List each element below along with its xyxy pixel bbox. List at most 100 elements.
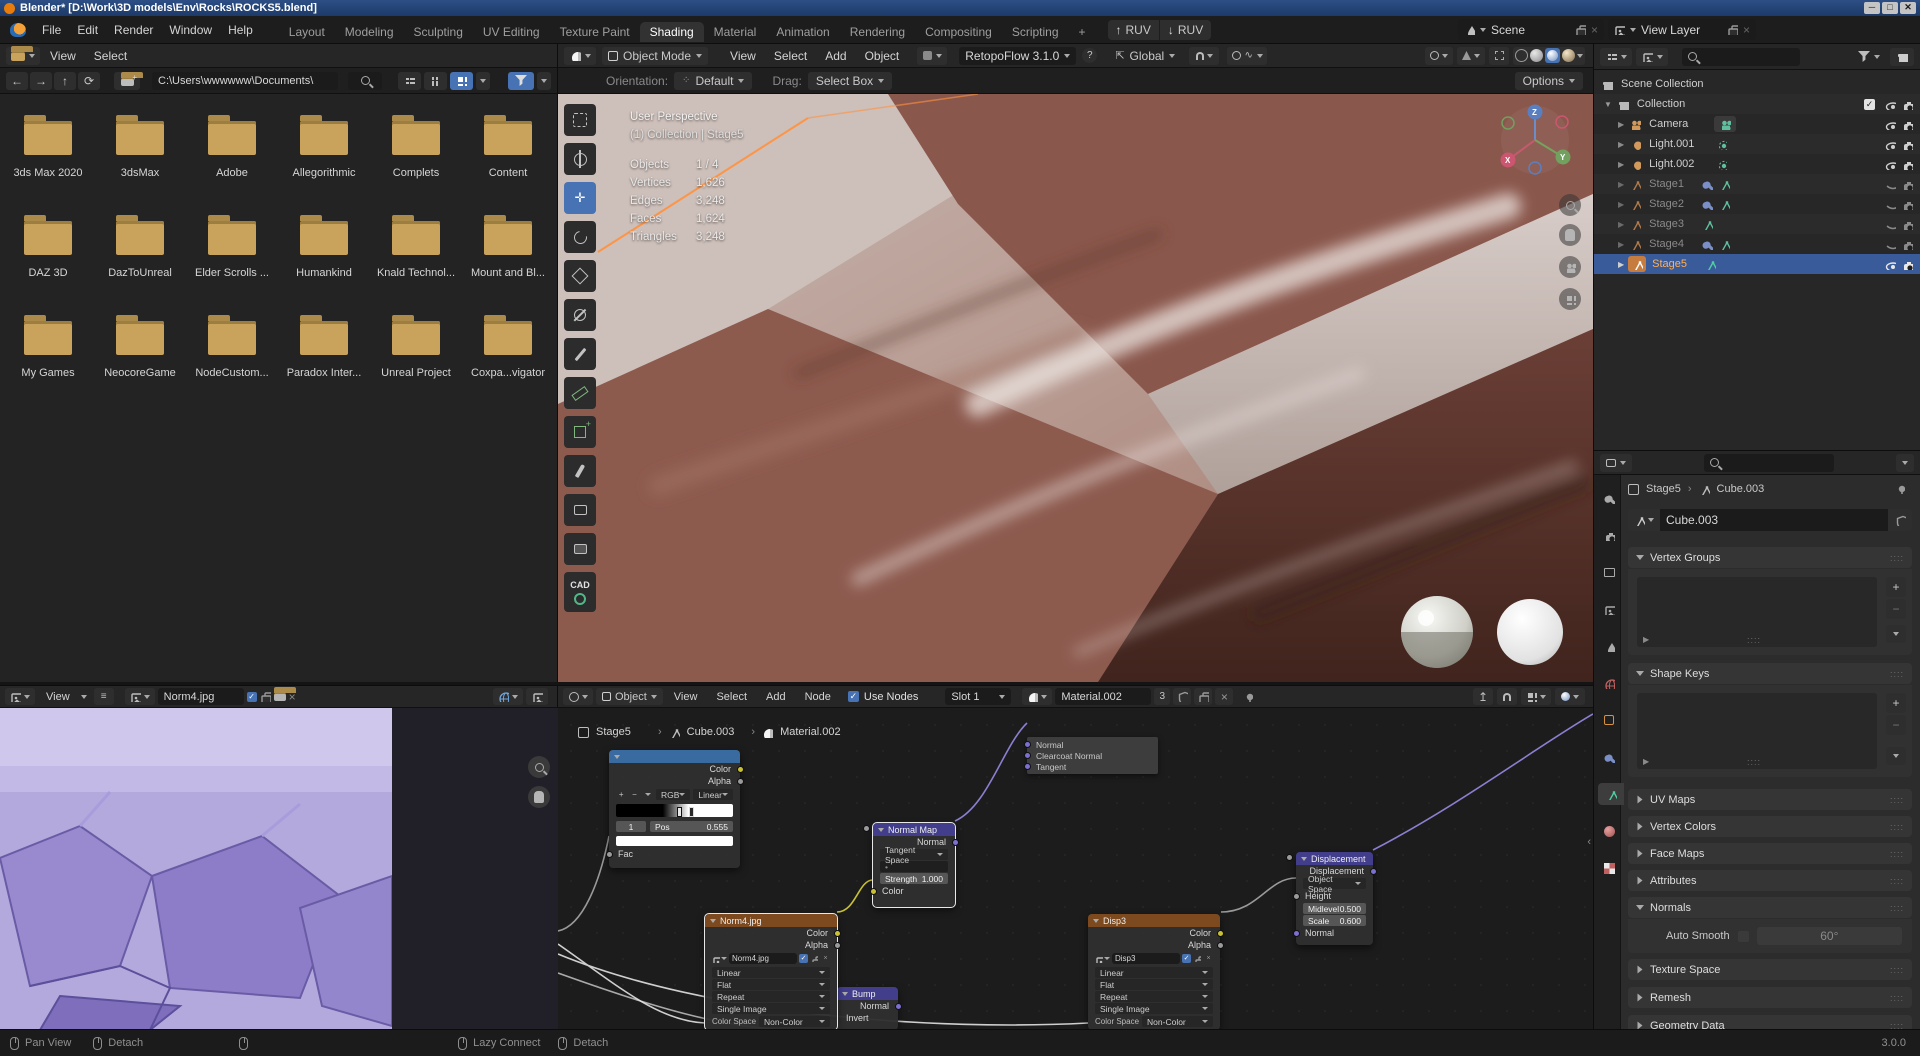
fake-user-shield-button[interactable] (1173, 688, 1191, 705)
normal-map-space-dropdown[interactable]: Tangent Space (880, 849, 948, 860)
display-horizontal-list-button[interactable] (424, 72, 447, 90)
minimize-button[interactable]: ─ (1864, 2, 1880, 14)
tab-world-icon[interactable] (1598, 672, 1620, 694)
panel-remesh[interactable]: Remesh:::: (1628, 987, 1912, 1008)
display-size-dropdown[interactable] (476, 72, 490, 90)
node-bump[interactable]: Bump Normal Invert (837, 987, 898, 1029)
tool-move[interactable]: ✛ (564, 182, 596, 214)
colorramp-input-fac[interactable]: Fac (609, 848, 740, 860)
forward-button[interactable]: → (30, 72, 52, 90)
node-image-texture-norm4[interactable]: Norm4.jpg Color Alpha Norm4.jpg ✓ × Line… (705, 914, 837, 1029)
help-button[interactable]: ? (1082, 48, 1097, 63)
remove-layer-icon[interactable]: × (1743, 23, 1750, 37)
tab-sculpting[interactable]: Sculpting (404, 22, 473, 42)
folder-item[interactable]: Mount and Bl... (462, 208, 554, 308)
folder-item[interactable]: Knald Technol... (370, 208, 462, 308)
editor-type-button[interactable] (564, 47, 596, 65)
tab-compositing[interactable]: Compositing (915, 22, 1002, 42)
disp3-projection-dropdown[interactable]: Flat (1095, 979, 1213, 990)
remove-vertex-group-button[interactable]: − (1886, 599, 1906, 619)
folder-item[interactable]: Paradox Inter... (278, 308, 370, 408)
normal-map-output[interactable]: Normal (873, 836, 955, 848)
outliner-row-object[interactable]: ▶ Camera (1594, 114, 1920, 134)
tab-material-icon[interactable] (1598, 820, 1620, 842)
render-visibility-icon[interactable] (1902, 99, 1913, 110)
ramp-handle[interactable] (689, 807, 694, 817)
shading-solid-icon[interactable] (1530, 49, 1543, 62)
panel-normals[interactable]: Normals:::: (1628, 897, 1912, 918)
ramp-gradient[interactable] (616, 804, 733, 817)
shading-wireframe-icon[interactable] (1515, 49, 1528, 62)
tab-object-data-icon[interactable] (1598, 783, 1624, 805)
node-menu-add[interactable]: Add (758, 691, 794, 703)
search-field[interactable] (348, 72, 382, 90)
tab-texture-icon[interactable] (1598, 857, 1620, 879)
displacement-header[interactable]: Displacement (1296, 852, 1373, 865)
viewport-menu-view[interactable]: View (722, 49, 764, 63)
options-dropdown[interactable]: Options (1515, 72, 1583, 90)
norm4-output-alpha[interactable]: Alpha (705, 939, 837, 951)
norm4-extension-dropdown[interactable]: Repeat (712, 991, 830, 1002)
vertex-groups-list[interactable]: ▶ :::: (1637, 577, 1877, 647)
socket-normal[interactable]: Normal (1036, 740, 1063, 750)
node-menu-select[interactable]: Select (708, 691, 755, 703)
panel-vertex-colors[interactable]: Vertex Colors:::: (1628, 816, 1912, 837)
orientation-setting-dropdown[interactable]: ⁘Default (674, 72, 752, 90)
disp3-interpolation-dropdown[interactable]: Linear (1095, 967, 1213, 978)
sidebar-collapse-arrow[interactable]: ‹ (1587, 836, 1591, 848)
folder-item[interactable]: Elder Scrolls ... (186, 208, 278, 308)
ramp-color-mode-dropdown[interactable]: RGB (656, 789, 690, 800)
tab-object-icon[interactable] (1598, 709, 1620, 731)
tab-scene-icon[interactable] (1598, 635, 1620, 657)
view-layer-selector[interactable]: View Layer × (1608, 19, 1756, 40)
editor-type-button[interactable] (1600, 454, 1632, 472)
ramp-remove-button[interactable]: − (629, 790, 639, 800)
eye-closed-icon[interactable] (1885, 219, 1896, 230)
tab-render-icon[interactable] (1598, 524, 1620, 546)
viewport-3d[interactable]: Object Mode View Select Add Object Retop… (558, 44, 1593, 682)
pan-control[interactable] (1559, 224, 1581, 246)
folder-item[interactable]: NodeCustom... (186, 308, 278, 408)
snap-magnet-button[interactable] (1189, 47, 1219, 65)
outliner-row-object[interactable]: ▶ Light.001 (1594, 134, 1920, 154)
eye-icon[interactable] (1885, 159, 1896, 170)
outliner-row-object[interactable]: ▶ Stage1 (1594, 174, 1920, 194)
folder-item[interactable]: DAZ 3D (2, 208, 94, 308)
image-browse-icon[interactable] (712, 953, 727, 964)
node-displacement[interactable]: Displacement Displacement Object Space H… (1296, 852, 1373, 945)
filebrowser-menu-select[interactable]: Select (86, 49, 135, 63)
tab-rendering[interactable]: Rendering (840, 22, 915, 42)
filter-toggle-button[interactable] (508, 72, 534, 90)
tab-material[interactable]: Material (704, 22, 767, 42)
disclosure-icon[interactable]: ▶ (1618, 180, 1624, 189)
menu-window[interactable]: Window (161, 23, 220, 37)
image-pin-dropdown[interactable] (493, 688, 523, 705)
image-browse-dropdown[interactable] (125, 688, 155, 705)
tool-options-dropdown[interactable] (917, 47, 947, 65)
close-button[interactable]: ✕ (1900, 2, 1916, 14)
node-snap-grid-dropdown[interactable] (1521, 688, 1551, 705)
panel-uv-maps[interactable]: UV Maps:::: (1628, 789, 1912, 810)
viewport-menu-select[interactable]: Select (766, 49, 815, 63)
tab-animation[interactable]: Animation (766, 22, 839, 42)
breadcrumb-data[interactable]: Cube.003 (1717, 483, 1765, 495)
tool-annotate[interactable] (564, 338, 596, 370)
material-browse-dropdown[interactable] (1022, 688, 1052, 705)
tab-output-icon[interactable] (1598, 561, 1620, 583)
ramp-specials-button[interactable] (643, 790, 653, 800)
image-zoom-control[interactable] (528, 756, 550, 778)
tab-texture-paint[interactable]: Texture Paint (550, 22, 640, 42)
eye-icon[interactable] (1885, 139, 1896, 150)
folder-item[interactable]: Adobe (186, 108, 278, 208)
eye-closed-icon[interactable] (1885, 239, 1896, 250)
displacement-input-normal[interactable]: Normal (1296, 927, 1373, 939)
image-pan-control[interactable] (528, 786, 550, 808)
breadcrumb-data[interactable]: Cube.003 (687, 726, 735, 738)
tool-select-box[interactable] (564, 104, 596, 136)
refresh-button[interactable]: ⟳ (78, 72, 100, 90)
camera-view-control[interactable] (1559, 256, 1581, 278)
node-snap-button[interactable] (1497, 688, 1517, 705)
image-copy-icon[interactable] (260, 691, 271, 702)
folder-item[interactable]: My Games (2, 308, 94, 408)
tool-scale[interactable] (564, 260, 596, 292)
